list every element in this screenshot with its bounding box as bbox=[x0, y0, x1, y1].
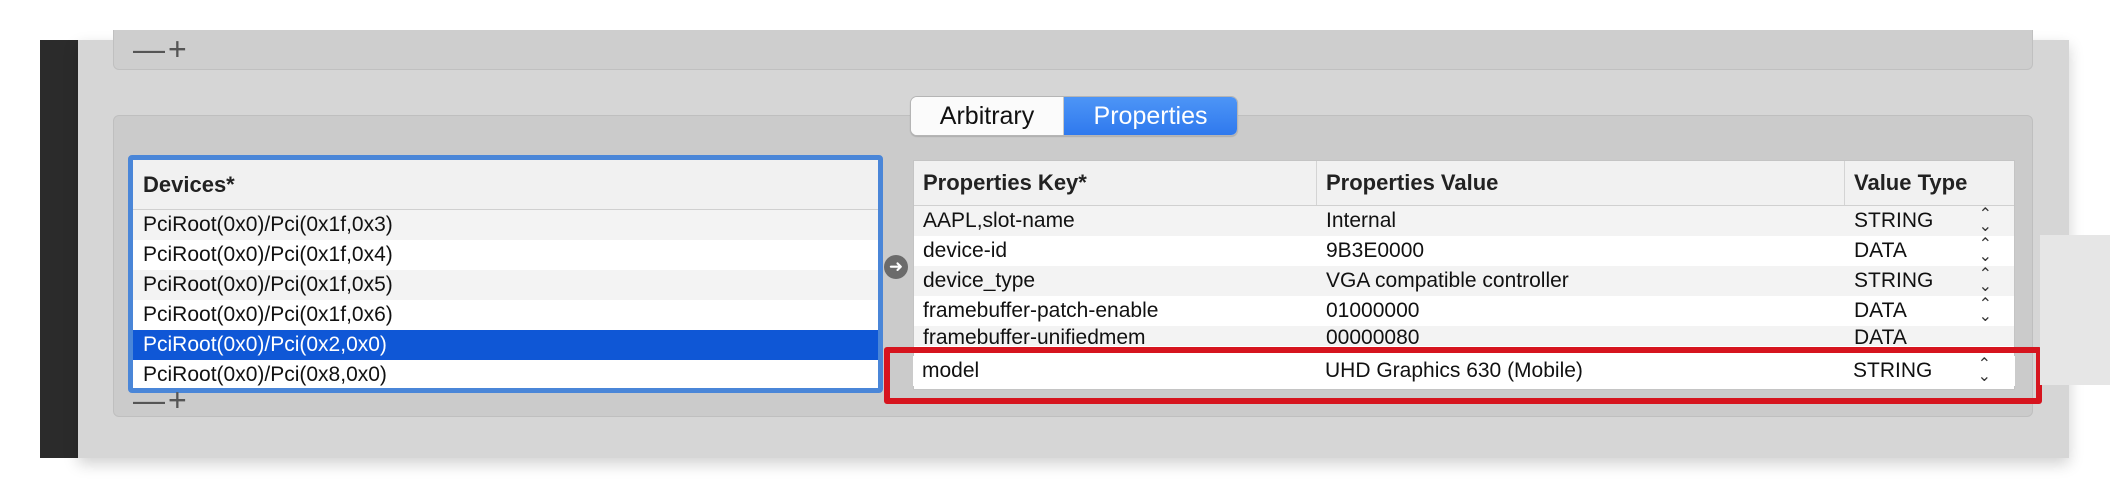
property-type-label: DATA bbox=[1854, 239, 1907, 262]
property-type-label: DATA bbox=[1854, 299, 1907, 322]
property-key: framebuffer-unifiedmem bbox=[923, 326, 1146, 346]
property-row[interactable]: device-id 9B3E0000 DATA ⌃ ⌄ bbox=[914, 236, 2014, 266]
property-value: VGA compatible controller bbox=[1326, 269, 1569, 292]
property-row[interactable]: AAPL,slot-name Internal STRING ⌃ ⌄ bbox=[914, 206, 2014, 236]
property-type[interactable]: STRING ⌃ ⌄ bbox=[1845, 207, 2014, 235]
column-value-type[interactable]: Value Type bbox=[1845, 161, 2014, 205]
property-key: framebuffer-patch-enable bbox=[923, 299, 1159, 322]
property-value: 01000000 bbox=[1326, 299, 1420, 322]
property-value: Internal bbox=[1326, 209, 1397, 232]
property-row[interactable]: framebuffer-patch-enable 01000000 DATA ⌃ ⌄ bbox=[914, 296, 2014, 326]
property-key: device-id bbox=[923, 239, 1008, 262]
property-type-label: STRING bbox=[1854, 269, 1934, 292]
arrow-right-icon[interactable]: ➜ bbox=[884, 255, 908, 279]
properties-header: Properties Key* Properties Value Value T… bbox=[914, 161, 2014, 206]
left-dark-strip bbox=[40, 40, 78, 458]
background-window-fragment bbox=[2040, 235, 2110, 385]
column-properties-value[interactable]: Properties Value bbox=[1317, 161, 1845, 205]
top-add-button[interactable]: + bbox=[168, 33, 187, 65]
property-type: DATA bbox=[1854, 326, 1907, 346]
column-properties-key[interactable]: Properties Key* bbox=[914, 161, 1317, 205]
device-row[interactable]: PciRoot(0x0)/Pci(0x8,0x0) bbox=[133, 360, 878, 388]
updown-chevron-icon[interactable]: ⌃ ⌄ bbox=[1979, 297, 1992, 325]
device-remove-button[interactable]: — bbox=[133, 384, 165, 416]
property-key: AAPL,slot-name bbox=[923, 209, 1075, 232]
tab-properties[interactable]: Properties bbox=[1064, 97, 1237, 135]
property-type[interactable]: DATA ⌃ ⌄ bbox=[1845, 237, 2014, 265]
property-type-label: STRING bbox=[1854, 209, 1934, 232]
top-remove-button[interactable]: — bbox=[133, 33, 165, 65]
property-row-partial[interactable]: framebuffer-unifiedmem 00000080 DATA bbox=[914, 326, 2014, 346]
device-add-button[interactable]: + bbox=[168, 384, 187, 416]
device-row[interactable]: PciRoot(0x0)/Pci(0x1f,0x5) bbox=[133, 270, 878, 300]
updown-chevron-icon[interactable]: ⌃ ⌄ bbox=[1979, 207, 1992, 235]
updown-chevron-icon[interactable]: ⌃ ⌄ bbox=[1979, 267, 1992, 295]
property-type[interactable]: DATA ⌃ ⌄ bbox=[1845, 297, 2014, 325]
property-key: device_type bbox=[923, 269, 1036, 292]
property-row[interactable]: device_type VGA compatible controller ST… bbox=[914, 266, 2014, 296]
device-row[interactable]: PciRoot(0x0)/Pci(0x1f,0x6) bbox=[133, 300, 878, 330]
device-row-selected[interactable]: PciRoot(0x0)/Pci(0x2,0x0) bbox=[133, 330, 878, 360]
property-value: 9B3E0000 bbox=[1326, 239, 1425, 262]
devices-header[interactable]: Devices* bbox=[133, 160, 878, 210]
tab-arbitrary[interactable]: Arbitrary bbox=[911, 97, 1065, 135]
device-row[interactable]: PciRoot(0x0)/Pci(0x1f,0x4) bbox=[133, 240, 878, 270]
device-row[interactable]: PciRoot(0x0)/Pci(0x1f,0x3) bbox=[133, 210, 878, 240]
top-panel bbox=[113, 30, 2033, 70]
highlight-annotation bbox=[884, 347, 2042, 404]
property-type[interactable]: STRING ⌃ ⌄ bbox=[1845, 267, 2014, 295]
property-value: 00000080 bbox=[1326, 326, 1420, 346]
updown-chevron-icon[interactable]: ⌃ ⌄ bbox=[1979, 237, 1992, 265]
tab-control: Arbitrary Properties bbox=[910, 96, 1238, 136]
devices-table: Devices* PciRoot(0x0)/Pci(0x1f,0x3) PciR… bbox=[128, 155, 883, 393]
